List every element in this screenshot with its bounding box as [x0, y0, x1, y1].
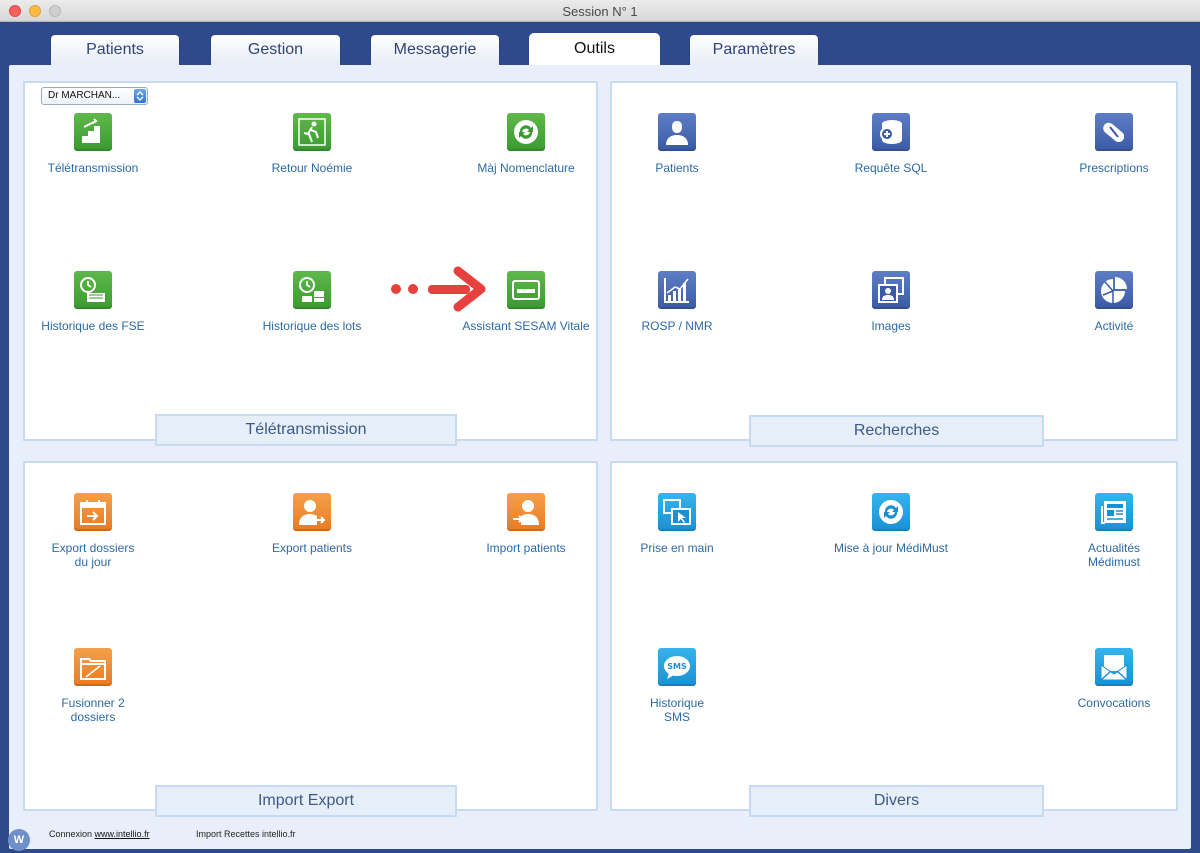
panel-label-import-export: Import Export [155, 785, 457, 817]
tool-label-line1: Fusionner 2 [61, 696, 125, 710]
tool-label: Export patients [271, 541, 353, 555]
clock-stack-icon [293, 271, 331, 309]
tool-actualites-medimust[interactable]: Actualités Médimust [1024, 493, 1200, 569]
tool-label: Retour Noémie [271, 161, 353, 175]
tool-prise-en-main[interactable]: Prise en main [587, 493, 767, 555]
database-search-icon [872, 113, 910, 151]
tool-images[interactable]: Images [801, 271, 981, 333]
tool-label: Mise à jour MédiMust [833, 541, 949, 555]
panel-label-teletransmission: Télétransmission [155, 414, 457, 446]
connexion-link[interactable]: www.intellio.fr [95, 829, 150, 839]
tool-export-dossiers-du-jour[interactable]: Export dossiers du jour [3, 493, 183, 569]
tool-historique-lots[interactable]: Historique des lots [222, 271, 402, 333]
update-icon [872, 493, 910, 531]
tool-label-line2: dossiers [70, 710, 116, 724]
footer-connexion: Connexion www.intellio.fr [49, 829, 150, 839]
tool-prescriptions[interactable]: Prescriptions [1024, 113, 1200, 175]
folder-merge-icon [74, 648, 112, 686]
tab-outils[interactable]: Outils [529, 33, 660, 66]
user-import-icon [507, 493, 545, 531]
sms-badge-text: SMS [667, 662, 687, 671]
runner-icon [293, 113, 331, 151]
tool-label: Export dossiers du jour [3, 541, 183, 569]
tool-retour-noemie[interactable]: Retour Noémie [222, 113, 402, 175]
bar-chart-icon [658, 271, 696, 309]
tool-label: Activité [1094, 319, 1134, 333]
tab-gestion[interactable]: Gestion [210, 34, 341, 65]
title-bar: Session N° 1 [0, 0, 1200, 22]
tab-messagerie[interactable]: Messagerie [370, 34, 500, 65]
window-title: Session N° 1 [562, 4, 638, 19]
tool-label: Télétransmission [47, 161, 139, 175]
panel-label-recherches: Recherches [749, 415, 1044, 447]
doctor-select[interactable]: Dr MARCHAN... [41, 87, 148, 105]
import-recettes-link[interactable]: Import Recettes intellio.fr [196, 829, 296, 839]
pie-chart-icon [1095, 271, 1133, 309]
news-icon [1095, 493, 1133, 531]
app-logo: W [8, 829, 30, 851]
tool-label-line1: Historique [649, 696, 705, 710]
tool-teletransmission[interactable]: Télétransmission [3, 113, 183, 175]
tool-convocations[interactable]: Convocations [1024, 648, 1200, 710]
tool-historique-fse[interactable]: Historique des FSE [3, 271, 183, 333]
pill-icon [1095, 113, 1133, 151]
tool-label: Convocations [1077, 696, 1151, 710]
stairs-icon [74, 113, 112, 151]
connexion-label: Connexion [49, 829, 93, 839]
tool-label: Actualités Médimust [1024, 541, 1200, 569]
panel-label-divers: Divers [749, 785, 1044, 817]
tab-patients[interactable]: Patients [50, 34, 180, 65]
card-icon [507, 271, 545, 309]
red-arrow-icon [391, 266, 486, 312]
tool-label-line1: Export dossiers [51, 541, 135, 555]
tool-label-line2: Médimust [1087, 555, 1140, 569]
patient-icon [658, 113, 696, 151]
sms-icon: SMS [658, 648, 696, 686]
clock-cards-icon [74, 271, 112, 309]
doctor-select-value: Dr MARCHAN... [48, 90, 121, 101]
tool-label: Prescriptions [1079, 161, 1149, 175]
tool-label: Fusionner 2 dossiers [3, 696, 183, 724]
select-stepper-icon [134, 89, 146, 103]
tool-label-line2: SMS [663, 710, 690, 724]
tool-activite[interactable]: Activité [1024, 271, 1200, 333]
envelope-icon [1095, 648, 1133, 686]
tool-patients-search[interactable]: Patients [587, 113, 767, 175]
user-export-icon [293, 493, 331, 531]
tool-label: Historique des FSE [41, 319, 145, 333]
tool-label: Images [871, 319, 911, 333]
tool-label: Historique des lots [262, 319, 362, 333]
tool-historique-sms[interactable]: SMS Historique SMS [587, 648, 767, 724]
tab-parametres[interactable]: Paramètres [689, 34, 819, 65]
tool-label-line1: Actualités [1087, 541, 1141, 555]
tool-label: Prise en main [640, 541, 714, 555]
tool-requete-sql[interactable]: Requête SQL [801, 113, 981, 175]
tool-fusionner-dossiers[interactable]: Fusionner 2 dossiers [3, 648, 183, 724]
tool-mise-a-jour-medimust[interactable]: Mise à jour MédiMust [801, 493, 981, 555]
tool-label-line2: du jour [74, 555, 112, 569]
remote-control-icon [658, 493, 696, 531]
tool-label: Historique SMS [587, 696, 767, 724]
images-icon [872, 271, 910, 309]
tool-label: ROSP / NMR [641, 319, 713, 333]
tool-label: Requête SQL [854, 161, 928, 175]
tool-label: Patients [655, 161, 699, 175]
tool-export-patients[interactable]: Export patients [222, 493, 402, 555]
tool-rosp-nmr[interactable]: ROSP / NMR [587, 271, 767, 333]
refresh-icon [507, 113, 545, 151]
calendar-export-icon [74, 493, 112, 531]
